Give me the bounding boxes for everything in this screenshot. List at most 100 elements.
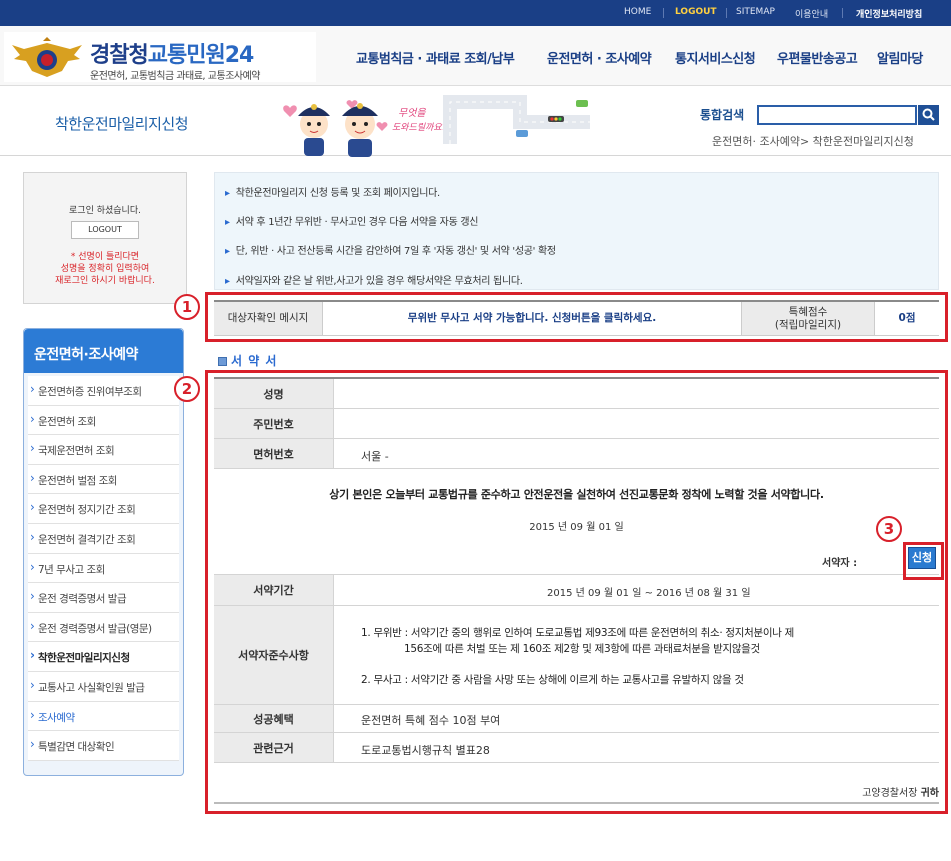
gnb-notice[interactable]: 알림마당 <box>877 48 923 67</box>
site-header: 경찰청교통민원24 운전면허, 교통범칙금 과태료, 교통조사예약 교통범칙금 … <box>0 26 951 86</box>
benefit-label: 성공혜택 <box>214 705 334 732</box>
name-label: 성명 <box>214 379 334 408</box>
search-icon <box>922 108 935 121</box>
license-value: 서울 - <box>361 450 389 463</box>
rule-no-violation-cont: 156조에 따른 처벌 또는 제 160조 제2항 및 제3항에 따른 과태료처… <box>404 643 760 655</box>
side-navigation: 운전면허·조사예약 운전면허증 진위여부조회 운전면허 조회 국제운전면허 조회… <box>23 328 184 776</box>
section-bullet-icon <box>218 357 227 366</box>
sidebar-item-suspension-period[interactable]: 운전면허 정지기간 조회 <box>28 494 179 524</box>
search-button[interactable] <box>918 105 939 125</box>
period-row: 서약기간 2015 년 09 월 01 일 ~ 2016 년 08 월 31 일 <box>214 574 939 606</box>
info-line: 서약일자와 같은 날 위반,사고가 있을 경우 해당서약은 무효처리 됩니다. <box>225 272 523 287</box>
sidebar-item-license-authenticity[interactable]: 운전면허증 진위여부조회 <box>28 376 179 406</box>
bonus-points-label-line: 특혜점수 <box>788 305 828 318</box>
benefit-value: 운전면허 특혜 점수 10점 부여 <box>361 714 501 727</box>
rrn-label: 주민번호 <box>214 409 334 438</box>
eligibility-message: 무위반 무사고 서약 가능합니다. 신청버튼을 클릭하세요. <box>322 302 741 335</box>
info-line: 착한운전마일리지 신청 등록 및 조회 페이지입니다. <box>225 184 440 199</box>
divider <box>726 8 727 18</box>
gnb-fines[interactable]: 교통범칙금 · 과태료 조회/납부 <box>356 48 515 67</box>
sitemap-link[interactable]: SITEMAP <box>736 7 775 17</box>
rrn-row: 주민번호 <box>214 409 939 439</box>
login-warning: * 선명이 틀리다면 성명을 정확히 입력하여 재로그인 하시기 바랍니다. <box>24 251 186 287</box>
gnb-returned-mail[interactable]: 우편물반송공고 <box>777 48 858 67</box>
basis-row: 관련근거 도로교통법시행규칙 별표28 <box>214 733 939 763</box>
logout-button[interactable]: LOGOUT <box>71 221 139 239</box>
pledge-date: 2015 년 09 월 01 일 <box>529 522 624 533</box>
basis-value: 도로교통법시행규칙 별표28 <box>361 744 490 757</box>
page-title: 착한운전마일리지신청 <box>55 115 189 133</box>
sidebar-item-international-license[interactable]: 국제운전면허 조회 <box>28 435 179 465</box>
divider <box>663 8 664 18</box>
logo-subtitle: 운전면허, 교통범칙금 과태료, 교통조사예약 <box>90 71 261 82</box>
login-warning-line: 재로그인 하시기 바랍니다. <box>55 276 155 286</box>
sidebar-item-license-lookup[interactable]: 운전면허 조회 <box>28 406 179 436</box>
search-input[interactable] <box>757 105 917 125</box>
rules-label: 서약자준수사항 <box>214 606 334 704</box>
side-navigation-title: 운전면허·조사예약 <box>24 329 183 373</box>
rules-row: 서약자준수사항 1. 무위반 : 서약기간 중의 행위로 인하여 도로교통법 제… <box>214 606 939 705</box>
period-label: 서약기간 <box>214 575 334 605</box>
section-title: 서 약 서 <box>218 352 277 369</box>
annotation-badge-1: 1 <box>174 294 200 320</box>
login-panel: 로그인 하셨습니다. LOGOUT * 선명이 틀리다면 성명을 정확히 입력하… <box>23 172 187 304</box>
name-row: 성명 <box>214 379 939 409</box>
bonus-points-label-line: (적립마일리지) <box>774 318 842 331</box>
divider <box>842 8 843 18</box>
rule-no-accident: 2. 무사고 : 서약기간 중 사람을 사망 또는 상해에 이르게 하는 교통사… <box>361 674 744 686</box>
basis-label: 관련근거 <box>214 733 334 762</box>
period-value: 2015 년 09 월 01 일 ~ 2016 년 08 월 31 일 <box>547 588 751 599</box>
side-navigation-list: 운전면허증 진위여부조회 운전면허 조회 국제운전면허 조회 운전면허 벌점 조… <box>28 376 179 761</box>
benefit-row: 성공혜택 운전면허 특혜 점수 10점 부여 <box>214 705 939 733</box>
gnb-license[interactable]: 운전면허 · 조사예약 <box>547 48 652 67</box>
bonus-points-label: 특혜점수 (적립마일리지) <box>741 302 874 335</box>
sidebar-item-accident-certificate[interactable]: 교통사고 사실확인원 발급 <box>28 672 179 702</box>
section-title-text: 서 약 서 <box>231 354 278 368</box>
sidebar-item-disqualification-period[interactable]: 운전면허 결격기간 조회 <box>28 524 179 554</box>
site-logo[interactable]: 경찰청교통민원24 운전면허, 교통범칙금 과태료, 교통조사예약 <box>4 32 316 82</box>
info-line: 서약 후 1년간 무위반 · 무사고인 경우 다음 서약을 자동 갱신 <box>225 213 479 228</box>
sidebar-item-penalty-points[interactable]: 운전면허 벌점 조회 <box>28 465 179 495</box>
license-label: 면허번호 <box>214 439 334 468</box>
sidebar-item-driving-record[interactable]: 운전 경력증명서 발급 <box>28 583 179 613</box>
sidebar-item-7-year-no-accident[interactable]: 7년 무사고 조회 <box>28 554 179 584</box>
annotation-box-3 <box>903 542 944 580</box>
privacy-policy-link[interactable]: 개인정보처리방침 <box>856 7 922 20</box>
logo-title-agency: 경찰청 <box>90 43 149 68</box>
search-label: 통합검색 <box>700 108 745 122</box>
breadcrumb: 운전면허· 조사예약> 착한운전마일리지신청 <box>712 135 914 148</box>
road-illustration-image <box>443 95 590 144</box>
table-bottom-border <box>214 802 939 804</box>
sidebar-item-special-reduction[interactable]: 특별감면 대상확인 <box>28 731 179 761</box>
bonus-points-value: 0점 <box>874 302 939 335</box>
license-row: 면허번호 서울 - <box>214 439 939 469</box>
info-line: 단, 위반 · 사고 전산등록 시간을 감안하여 7일 후 '자동 갱신' 및 … <box>225 242 556 257</box>
addressee-office: 고양경찰서장 <box>862 788 918 799</box>
mascot-text-2: 도와드릴까요? <box>392 122 447 133</box>
logo-title: 경찰청교통민원24 <box>90 37 255 69</box>
rule-no-violation: 1. 무위반 : 서약기간 중의 행위로 인하여 도로교통법 제93조에 따른 … <box>361 627 794 639</box>
pledge-statement: 상기 본인은 오늘부터 교통법규를 준수하고 안전운전을 실천하여 선진교통문화… <box>329 488 824 501</box>
eligibility-label: 대상자확인 메시지 <box>214 302 322 335</box>
info-notice-box: 착한운전마일리지 신청 등록 및 조회 페이지입니다. 서약 후 1년간 무위반… <box>214 172 939 290</box>
sidebar-item-investigation-reservation[interactable]: 조사예약 <box>28 702 179 732</box>
addressee: 고양경찰서장 귀하 <box>214 784 939 799</box>
home-link[interactable]: HOME <box>624 7 651 17</box>
login-warning-line: 성명을 정확히 입력하여 <box>60 264 150 274</box>
sidebar-item-safe-driving-mileage[interactable]: 착한운전마일리지신청 <box>28 642 179 672</box>
addressee-honorific: 귀하 <box>920 788 939 799</box>
logout-link[interactable]: LOGOUT <box>675 7 717 17</box>
eligibility-message-row: 대상자확인 메시지 무위반 무사고 서약 가능합니다. 신청버튼을 클릭하세요.… <box>214 300 939 336</box>
usage-guide-link[interactable]: 이용안내 <box>795 7 828 20</box>
top-utility-bar: HOME LOGOUT SITEMAP 이용안내 개인정보처리방침 <box>0 0 951 26</box>
signer-label: 서약자 : <box>822 558 858 569</box>
gnb-notification[interactable]: 통지서비스신청 <box>675 48 756 67</box>
login-message: 로그인 하셨습니다. <box>69 206 141 216</box>
mascot-text-1: 무엇을 <box>398 107 426 119</box>
police-emblem-icon <box>12 37 82 77</box>
logo-title-service: 교통민원24 <box>147 43 255 68</box>
annotation-badge-3: 3 <box>876 516 902 542</box>
annotation-badge-2: 2 <box>174 376 200 402</box>
sidebar-item-driving-record-english[interactable]: 운전 경력증명서 발급(영문) <box>28 613 179 643</box>
login-warning-line: * 선명이 틀리다면 <box>70 252 140 262</box>
